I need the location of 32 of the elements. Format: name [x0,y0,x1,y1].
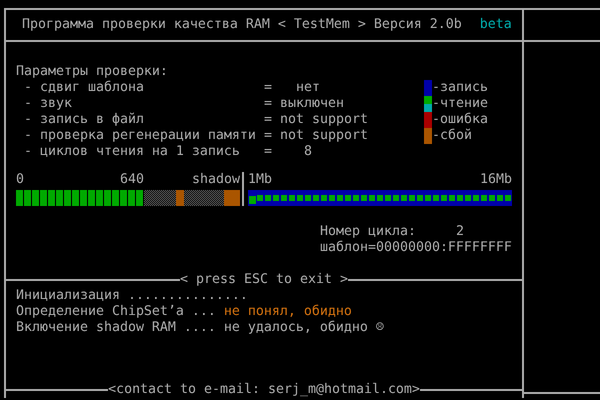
scale-label: 16Mb [480,172,512,188]
parameter-value: = выключен [264,96,344,112]
legend-label: -запись [432,80,488,96]
legend-label: -чтение [432,96,488,112]
log-text: Включение shadow RAM .... [16,320,216,336]
exit-hint: < press ESC to exit > [180,272,348,288]
section-heading: Параметры проверки: [16,64,169,80]
legend-label: -ошибка [432,112,488,128]
log-text: Определение ChipSet’a ... [16,304,216,320]
status-text: не удалось, обидно ☹ [224,320,384,336]
log-text: Инициализация ............... [16,288,248,304]
parameter-label: - звук [23,96,73,112]
parameter-label: - циклов чтения на 1 запись [23,144,241,160]
legend-label: -сбой [432,128,472,144]
parameter-value: = not support [264,128,368,144]
beta-label: beta [480,17,512,33]
parameter-value: = нет [264,80,320,96]
scale-label: 640 [120,172,144,188]
cycle-label: Номер цикла: [320,224,417,240]
parameter-label: - проверка регенерации памяти [23,128,257,144]
scale-label: 0 [16,172,24,188]
window-title: Программа проверки качества RAM < TestMem > Версия 2.0b [22,17,462,33]
parameter-value: = 8 [264,144,312,160]
scale-label: 1Mb [248,172,272,188]
contact-text: <contact to e-mail: serj_m@hotmail.com> [108,382,420,398]
status-text: не понял, обидно [224,304,352,320]
pattern-text: шаблон=00000000:FFFFFFFF [320,240,513,256]
scale-label: shadow [192,172,240,187]
parameter-label: - сдвиг шаблона [23,80,145,96]
cycle-value: 2 [456,224,464,240]
parameter-label: - запись в файл [23,112,145,128]
parameter-value: = not support [264,112,368,128]
